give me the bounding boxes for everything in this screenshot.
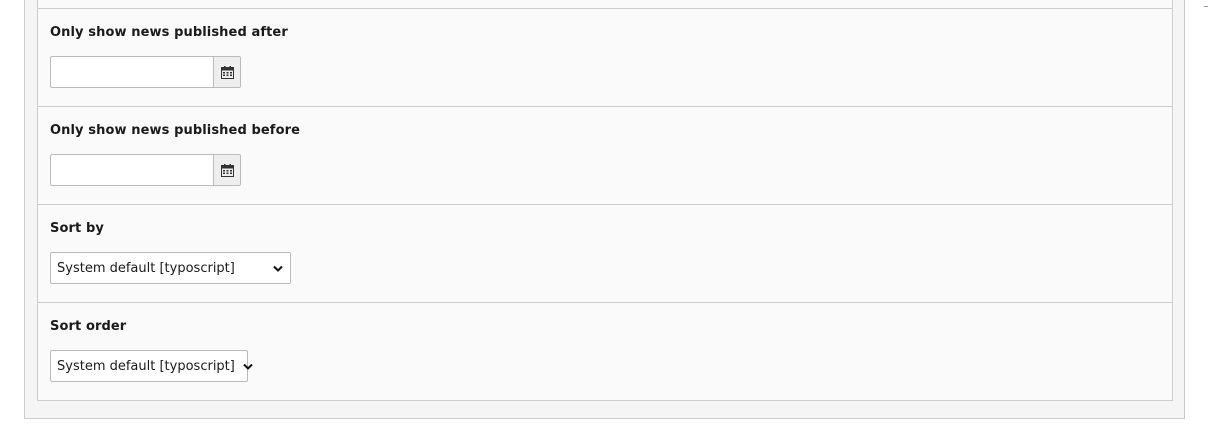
chevron-down-icon [243, 363, 253, 370]
published-after-date-group [50, 56, 241, 88]
sort-order-selected-value: System default [typoscript] [57, 358, 235, 374]
published-after-calendar-button[interactable] [213, 56, 241, 88]
published-after-label: Only show news published after [50, 25, 288, 40]
field-row-published-before: Only show news published before [38, 106, 1172, 204]
published-before-date-group [50, 154, 241, 186]
field-row-sort-by: Sort by System default [typoscript] [38, 204, 1172, 302]
sort-by-label: Sort by [50, 221, 104, 236]
calendar-icon [220, 65, 234, 79]
published-before-calendar-button[interactable] [213, 154, 241, 186]
sort-by-selected-value: System default [typoscript] [57, 260, 235, 276]
published-after-input[interactable] [50, 56, 213, 88]
chevron-down-icon [272, 265, 284, 272]
field-row-published-after: Only show news published after [38, 8, 1172, 106]
calendar-icon [220, 163, 234, 177]
sort-order-label: Sort order [50, 319, 127, 334]
window-edge-mark [1204, 6, 1208, 7]
sort-by-select[interactable]: System default [typoscript] [50, 252, 291, 284]
published-before-label: Only show news published before [50, 123, 301, 138]
sort-order-select[interactable]: System default [typoscript] [50, 350, 253, 382]
field-row-sort-order: Sort order System default [typoscript] [38, 302, 1172, 400]
published-before-input[interactable] [50, 154, 213, 186]
